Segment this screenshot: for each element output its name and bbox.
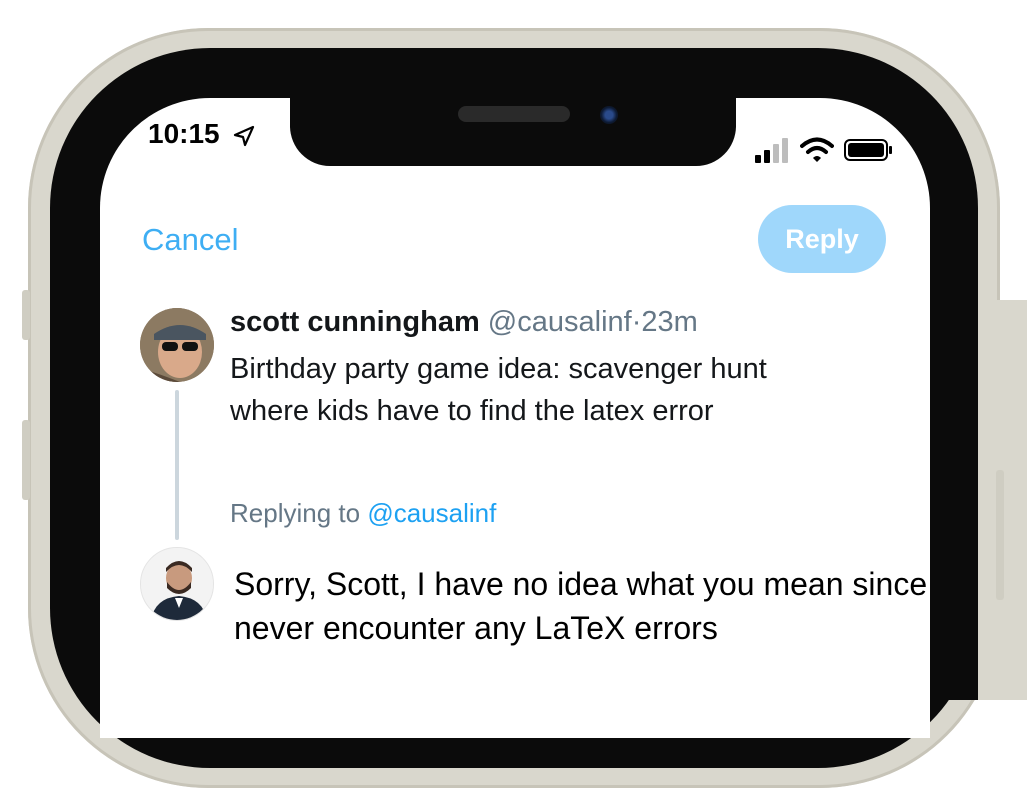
tweet-header: scott cunningham @causalinf·23m <box>230 306 698 339</box>
author-avatar[interactable] <box>140 308 214 382</box>
thread-line <box>175 390 179 540</box>
tweet-text-line: Birthday party game idea: scavenger hunt <box>230 353 767 385</box>
separator: · <box>631 306 642 338</box>
reply-text-input[interactable]: Sorry, Scott, I have no idea what you me… <box>234 562 1027 650</box>
front-camera <box>600 106 618 124</box>
tweet-time: 23m <box>641 306 698 338</box>
reply-button[interactable]: Reply <box>758 205 886 273</box>
author-handle[interactable]: @causalinf <box>488 306 632 338</box>
replying-to-label: Replying to @causalinf <box>230 498 496 529</box>
replying-prefix: Replying to <box>230 498 361 528</box>
location-arrow-icon <box>233 125 255 147</box>
reply-text-line: Sorry, Scott, I have no idea what you me… <box>234 566 945 602</box>
battery-icon <box>844 139 892 161</box>
cancel-button[interactable]: Cancel <box>142 222 239 258</box>
tweet-text: Birthday party game idea: scavenger hunt… <box>230 348 870 432</box>
signal-icon <box>755 138 788 163</box>
side-button <box>22 420 30 500</box>
user-avatar[interactable] <box>140 547 214 621</box>
status-time: 10:15 <box>148 118 220 149</box>
speaker-grille <box>458 106 570 122</box>
side-button <box>996 470 1004 600</box>
side-button <box>22 290 30 340</box>
author-name[interactable]: scott cunningham <box>230 306 480 338</box>
reply-text-line: never encounter any LaTeX errors <box>234 610 718 646</box>
tweet-text-line: where kids have to find the latex error <box>230 395 714 427</box>
replying-mention[interactable]: @causalinf <box>367 498 496 528</box>
wifi-icon <box>800 137 834 162</box>
